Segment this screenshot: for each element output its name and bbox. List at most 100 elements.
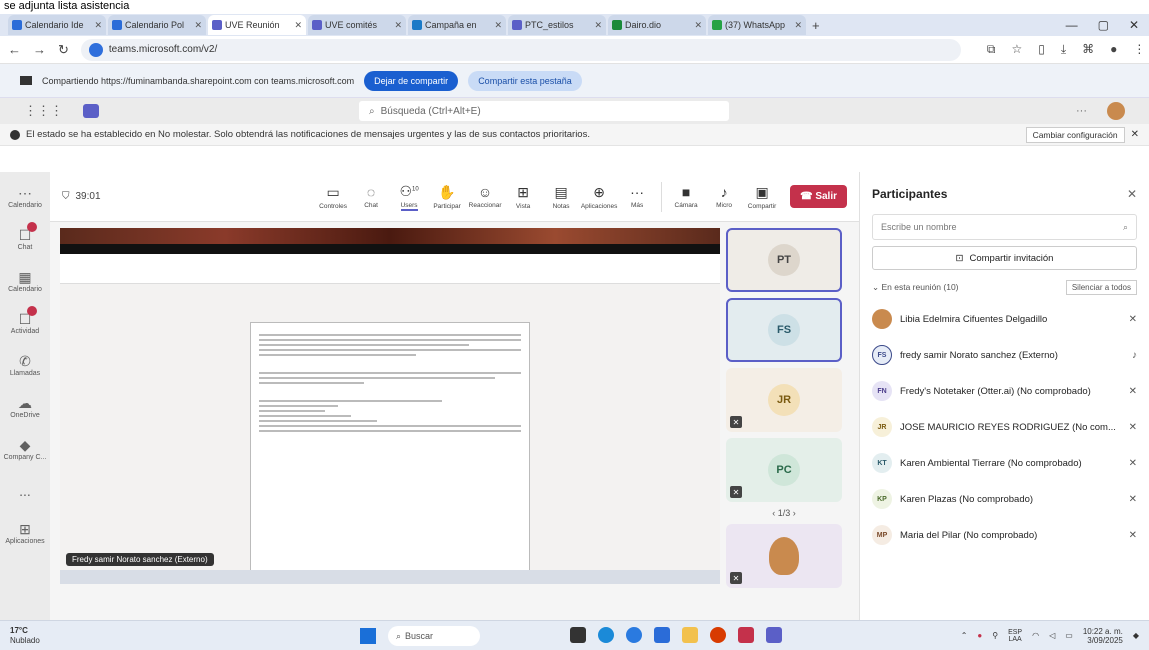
rail-item-onedrive[interactable]: ☁ OneDrive [1, 388, 49, 426]
participant-row[interactable]: KP Karen Plazas (No comprobado) ✕ [872, 484, 1137, 514]
teams-search-input[interactable]: ⌕ Búsqueda (Ctrl+Alt+E) [359, 101, 729, 121]
close-icon[interactable]: ✕ [594, 20, 602, 31]
close-notice-icon[interactable]: ✕ [1131, 129, 1139, 140]
participant-row[interactable]: JR JOSE MAURICIO REYES RODRIGUEZ (No com.… [872, 412, 1137, 442]
store-icon[interactable] [654, 627, 670, 643]
pin-icon[interactable]: ⚲ [992, 631, 998, 640]
participant-row[interactable]: FS fredy samir Norato sanchez (Externo) ♪ [872, 340, 1137, 370]
app-tray-icon[interactable]: ● [977, 631, 982, 640]
tile-pager[interactable]: ‹ 1/3 › [772, 508, 796, 518]
task-view-icon[interactable] [570, 627, 586, 643]
menu-icon[interactable]: ⋮ [1133, 42, 1145, 57]
people-button[interactable]: ⚇10 Users [393, 183, 425, 211]
close-icon[interactable]: ✕ [294, 20, 302, 31]
in-meeting-section[interactable]: ⌄ En esta reunión (10) Silenciar a todos [872, 276, 1137, 298]
more-options-icon[interactable]: ··· [1076, 105, 1087, 117]
forward-icon[interactable]: → [33, 42, 46, 57]
url-field[interactable]: teams.microsoft.com/v2/ [80, 38, 961, 61]
start-icon[interactable] [360, 628, 376, 644]
user-avatar[interactable] [1107, 102, 1125, 120]
rail-item-activity[interactable]: ☐ Actividad [1, 304, 49, 342]
rail-item-apps[interactable]: ⊞ Aplicaciones [1, 514, 49, 552]
notes-button[interactable]: ▤ Notas [545, 184, 577, 210]
download-icon[interactable]: ⤓ [1061, 42, 1066, 57]
share-invite-button[interactable]: ⊡ Compartir invitación [872, 246, 1137, 270]
leave-button[interactable]: ☎ Salir [790, 185, 847, 208]
sidebar-icon[interactable]: ▯ [1038, 42, 1045, 57]
participant-tile[interactable]: PT [726, 228, 842, 292]
share-screen-button[interactable]: ▣ Compartir [746, 184, 778, 210]
view-button[interactable]: ⊞ Vista [507, 184, 539, 210]
reload-icon[interactable]: ↻ [58, 42, 69, 58]
pdf-icon[interactable] [738, 627, 754, 643]
explorer-icon[interactable] [682, 627, 698, 643]
windows-search-input[interactable]: ⌕ Buscar [388, 626, 480, 646]
close-icon[interactable]: ✕ [494, 20, 502, 31]
participant-row[interactable]: MP Maria del Pilar (No comprobado) ✕ [872, 520, 1137, 550]
rail-item-chat[interactable]: ☐ Chat [1, 220, 49, 258]
clock[interactable]: 10:22 a. m. 3/09/2025 [1083, 627, 1123, 645]
back-icon[interactable]: ← [8, 42, 21, 57]
close-icon[interactable]: ✕ [794, 20, 802, 31]
chat-button[interactable]: ◌ Chat [355, 184, 387, 209]
star-icon[interactable]: ☆ [1011, 42, 1022, 57]
participant-tile-video[interactable]: ✕ [726, 524, 842, 588]
site-info-icon[interactable] [88, 42, 103, 57]
participant-row[interactable]: KT Karen Ambiental Tierrare (No comprobad… [872, 448, 1137, 478]
browser-tab-active[interactable]: UVE Reunión ✕ [208, 15, 306, 35]
profile-icon[interactable]: ● [1110, 42, 1117, 57]
raise-hand-button[interactable]: ✋ Participar [431, 184, 463, 210]
chevron-up-icon[interactable]: ⌃ [961, 631, 968, 640]
notification-icon[interactable]: ◆ [1133, 631, 1139, 640]
weather-widget[interactable]: 17°C Nublado [10, 626, 40, 645]
maximize-icon[interactable]: ▢ [1098, 18, 1109, 32]
share-this-tab-button[interactable]: Compartir esta pestaña [468, 70, 582, 91]
browser-tab[interactable]: (37) WhatsApp ✕ [708, 15, 806, 35]
close-icon[interactable]: ✕ [94, 20, 102, 31]
camera-button[interactable]: ■ Cámara [670, 184, 702, 209]
controls-button[interactable]: ▭ Controles [317, 184, 349, 210]
more-button[interactable]: ··· Más [621, 184, 653, 209]
close-window-icon[interactable]: ✕ [1129, 18, 1139, 32]
browser-tab[interactable]: PTC_estilos ✕ [508, 15, 606, 35]
rail-item-calendar-grid[interactable]: ▦ Calendario [1, 262, 49, 300]
close-panel-icon[interactable]: ✕ [1127, 187, 1137, 201]
wifi-icon[interactable]: ◠ [1032, 631, 1039, 640]
participant-tile[interactable]: PC ✕ [726, 438, 842, 502]
participant-tile[interactable]: FS [726, 298, 842, 362]
browser-tab[interactable]: Dairo.dio ✕ [608, 15, 706, 35]
rail-item-more[interactable]: ... [1, 472, 49, 510]
edge-icon[interactable] [598, 627, 614, 643]
minimize-icon[interactable]: — [1066, 18, 1078, 32]
mute-all-button[interactable]: Silenciar a todos [1065, 279, 1137, 295]
close-icon[interactable]: ✕ [394, 20, 402, 31]
browser-tab[interactable]: Campaña en ✕ [408, 15, 506, 35]
participant-search-input[interactable]: Escribe un nombre ⌕ [872, 214, 1137, 240]
change-settings-button[interactable]: Cambiar configuración [1025, 126, 1125, 143]
mic-button[interactable]: ♪ Micro [708, 184, 740, 209]
participant-row[interactable]: Libia Edelmira Cifuentes Delgadillo ✕ [872, 304, 1137, 334]
install-icon[interactable]: ⧉ [987, 42, 996, 57]
close-icon[interactable]: ✕ [694, 20, 702, 31]
app-grid-icon[interactable]: ⋮⋮⋮ [24, 103, 63, 119]
participant-tile[interactable]: JR ✕ [726, 368, 842, 432]
participant-row[interactable]: FN Fredy's Notetaker (Otter.ai) (No compr… [872, 376, 1137, 406]
volume-icon[interactable]: ◁ [1049, 631, 1055, 640]
language-indicator[interactable]: ESP LAA [1008, 629, 1022, 643]
apps-button[interactable]: ⊕ Aplicaciones [581, 184, 618, 210]
stop-sharing-button[interactable]: Dejar de compartir [364, 70, 459, 91]
browser-tab[interactable]: UVE comités ✕ [308, 15, 406, 35]
close-icon[interactable]: ✕ [194, 20, 202, 31]
browser-tab[interactable]: Calendario Pol ✕ [108, 15, 206, 35]
office-icon[interactable] [710, 627, 726, 643]
rail-item-calls[interactable]: ✆ Llamadas [1, 346, 49, 384]
battery-icon[interactable]: ▭ [1065, 631, 1073, 640]
new-tab-icon[interactable]: + [812, 18, 820, 33]
rail-item-calendar[interactable]: ⋯ Calendario [1, 178, 49, 216]
teams-icon[interactable] [766, 627, 782, 643]
chrome-icon[interactable] [626, 627, 642, 643]
react-button[interactable]: ☺ Reaccionar [469, 184, 502, 209]
browser-tab[interactable]: Calendario Ide ✕ [8, 15, 106, 35]
extension-icon[interactable]: ⌘ [1082, 42, 1094, 57]
rail-item-company[interactable]: ◆ Company C... [1, 430, 49, 468]
